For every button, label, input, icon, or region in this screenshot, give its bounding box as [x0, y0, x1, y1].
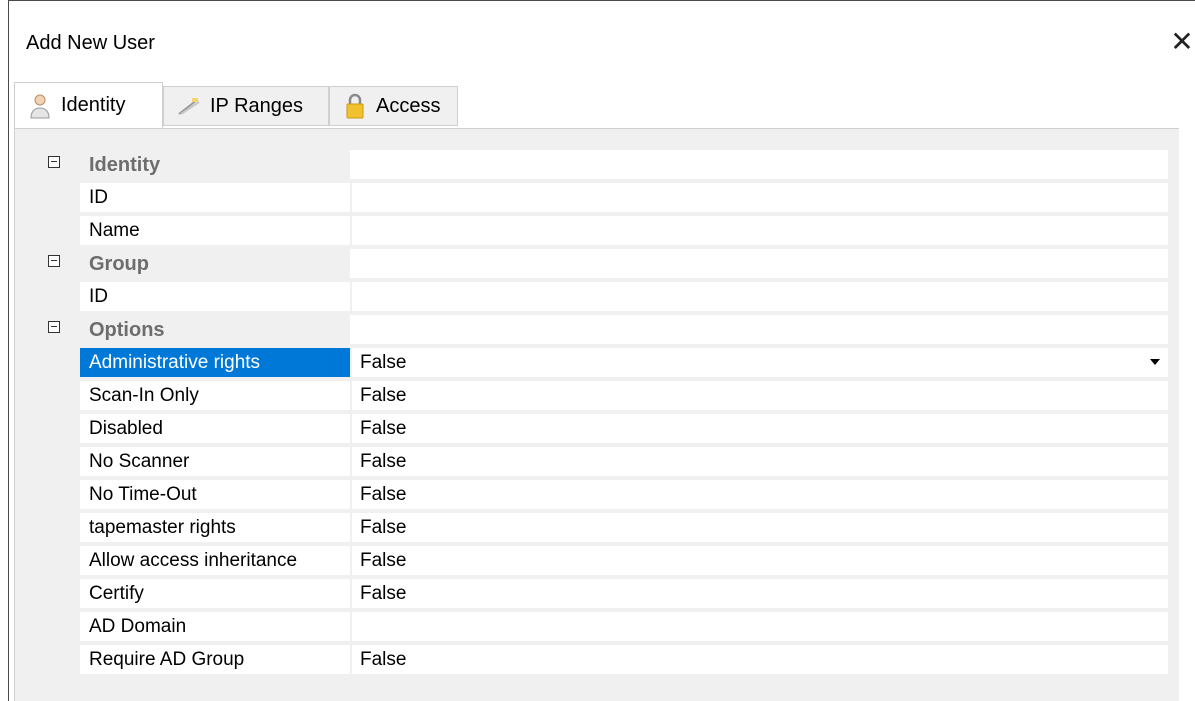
tab-label: IP Ranges: [210, 94, 304, 117]
tab-label: Access: [376, 94, 441, 117]
tab-ip-ranges[interactable]: IP Ranges: [163, 86, 329, 126]
property-value[interactable]: False: [350, 513, 1168, 542]
property-name[interactable]: Disabled: [80, 414, 350, 443]
category-label: Options: [89, 319, 165, 341]
property-grid: Identity ID Name Group ID Options Admini…: [40, 148, 1168, 676]
property-value[interactable]: False: [350, 480, 1168, 509]
property-value[interactable]: False: [350, 348, 1168, 377]
property-value[interactable]: [350, 216, 1168, 245]
property-value[interactable]: [350, 612, 1168, 641]
tab-strip: Identity IP Ranges Access: [14, 82, 1179, 128]
property-row: No Scanner False: [40, 445, 1168, 478]
property-value[interactable]: False: [350, 579, 1168, 608]
property-name[interactable]: ID: [80, 282, 350, 311]
property-row: Allow access inheritance False: [40, 544, 1168, 577]
property-value[interactable]: False: [350, 546, 1168, 575]
property-row: AD Domain: [40, 610, 1168, 643]
category-row: Group: [40, 247, 1168, 280]
property-row: No Time-Out False: [40, 478, 1168, 511]
property-row: Scan-In Only False: [40, 379, 1168, 412]
dialog-title: Add New User: [26, 32, 155, 54]
category-row: Identity: [40, 148, 1168, 181]
category-label: Identity: [89, 154, 161, 176]
property-name[interactable]: Scan-In Only: [80, 381, 350, 410]
property-row: Disabled False: [40, 412, 1168, 445]
close-icon[interactable]: ✕: [1167, 27, 1195, 57]
property-value[interactable]: False: [350, 447, 1168, 476]
property-value[interactable]: False: [350, 381, 1168, 410]
tab-identity[interactable]: Identity: [14, 82, 163, 128]
property-value[interactable]: False: [350, 645, 1168, 674]
property-value-text: False: [360, 352, 407, 373]
property-row: tapemaster rights False: [40, 511, 1168, 544]
property-value[interactable]: [350, 183, 1168, 212]
tab-label: Identity: [61, 94, 126, 116]
property-name[interactable]: No Time-Out: [80, 480, 350, 509]
property-name[interactable]: Certify: [80, 579, 350, 608]
property-row: ID: [40, 181, 1168, 214]
user-icon: [27, 92, 53, 120]
property-name[interactable]: Administrative rights: [80, 348, 350, 377]
collapse-icon[interactable]: [48, 255, 60, 267]
tab-access[interactable]: Access: [329, 86, 458, 126]
network-icon: [176, 92, 202, 120]
property-name[interactable]: Require AD Group: [80, 645, 350, 674]
property-name[interactable]: AD Domain: [80, 612, 350, 641]
lock-icon: [342, 92, 368, 120]
property-row: Require AD Group False: [40, 643, 1168, 676]
collapse-icon[interactable]: [48, 321, 60, 333]
dropdown-arrow-icon[interactable]: [1150, 359, 1160, 365]
property-name[interactable]: No Scanner: [80, 447, 350, 476]
property-name[interactable]: ID: [80, 183, 350, 212]
property-value[interactable]: [350, 282, 1168, 311]
property-name[interactable]: tapemaster rights: [80, 513, 350, 542]
property-name[interactable]: Name: [80, 216, 350, 245]
property-value[interactable]: False: [350, 414, 1168, 443]
property-row: Certify False: [40, 577, 1168, 610]
property-row: ID: [40, 280, 1168, 313]
property-name[interactable]: Allow access inheritance: [80, 546, 350, 575]
category-label: Group: [89, 253, 149, 275]
property-row: Name: [40, 214, 1168, 247]
property-row: Administrative rights False: [40, 346, 1168, 379]
collapse-icon[interactable]: [48, 156, 60, 168]
category-row: Options: [40, 313, 1168, 346]
